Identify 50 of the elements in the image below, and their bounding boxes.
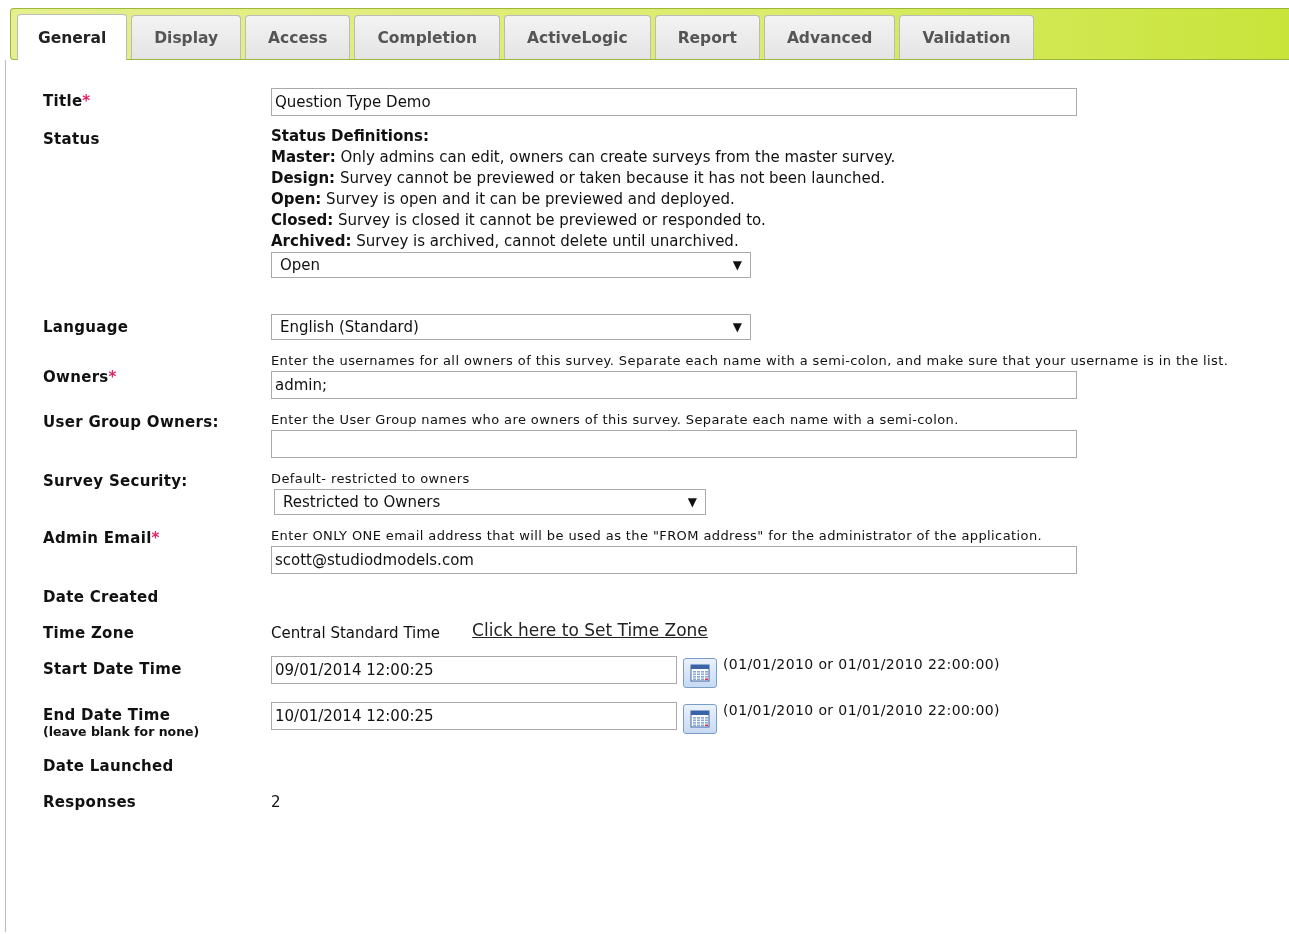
calendar-button[interactable] [683,658,717,688]
date-field[interactable]: 10/01/2014 12:00:25 [271,702,677,730]
tab[interactable]: Display [131,15,242,59]
field-label: Date Created [43,588,160,606]
tab[interactable]: Report [654,15,760,59]
field-label: Title* [43,92,92,110]
field-hint: Enter the usernames for all owners of this survey. Separate each name with a semi-colon, and make sure that your username is in the list. [271,352,1230,370]
field-label: End Date Time [43,706,172,724]
time-zone-link[interactable]: Click here to Set Time Zone [472,620,708,640]
field-label: Survey Security: [43,472,189,490]
text-field[interactable]: scott@studiodmodels.com [271,546,1077,574]
field-value: 2 [271,792,281,811]
date-field[interactable]: 09/01/2014 12:00:25 [271,656,677,684]
tab[interactable]: Advanced [763,15,896,59]
field-label: Admin Email* [43,529,161,547]
dropdown[interactable]: Restricted to Owners ▼ [274,489,706,515]
status-definition: Open: Survey is open and it can be previewed and deployed. [271,189,736,210]
date-format-hint: (01/01/2010 or 01/01/2010 22:00:00) [723,656,1000,672]
text-field[interactable]: Question Type Demo [271,88,1077,116]
field-hint: Enter ONLY ONE email address that will be used as the "FROM address" for the administrator of the application. [271,527,1044,545]
field-label: Date Launched [43,757,175,775]
field-label: Language [43,318,130,336]
text-field[interactable] [271,430,1077,458]
field-sublabel: (leave blank for none) [43,724,201,739]
calendar-icon [690,710,710,728]
status-definition: Master: Only admins can edit, owners can create surveys from the master survey. [271,147,897,168]
definitions-heading: Status Definitions: [271,126,430,147]
dropdown[interactable]: English (Standard) ▼ [271,314,751,340]
calendar-button[interactable] [683,704,717,734]
tab[interactable]: Access [245,15,351,59]
status-definition: Closed: Survey is closed it cannot be previewed or responded to. [271,210,767,231]
field-label: Status [43,130,101,148]
date-format-hint: (01/01/2010 or 01/01/2010 22:00:00) [723,702,1000,718]
field-hint: Default- restricted to owners [271,470,471,488]
text-field[interactable]: admin; [271,371,1077,399]
tab[interactable]: General [17,14,128,60]
tab[interactable]: Completion [354,15,500,59]
field-label: Owners* [43,367,118,386]
status-definition: Design: Survey cannot be previewed or taken because it has not been launched. [271,168,886,189]
tab[interactable]: ActiveLogic [503,15,651,59]
field-value: Central Standard Time [271,623,441,642]
field-hint: Enter the User Group names who are owners of this survey. Separate each name with a semi-colon. [271,411,960,429]
field-label: Responses [43,793,138,811]
field-label: Time Zone [43,624,136,642]
calendar-icon [690,664,710,682]
field-label: User Group Owners: [43,413,220,431]
tab[interactable]: Validation [899,15,1034,59]
field-label: Start Date Time [43,660,183,678]
status-definition: Archived: Survey is archived, cannot delete until unarchived. [271,231,740,252]
status-dropdown[interactable]: Open ▼ [271,252,751,278]
